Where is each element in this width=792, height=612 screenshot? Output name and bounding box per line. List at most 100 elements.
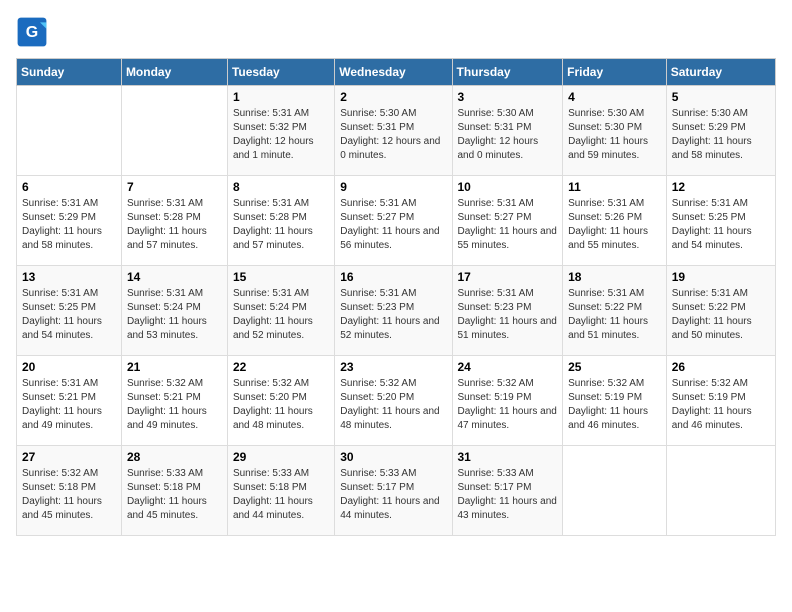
weekday-header-monday: Monday bbox=[121, 59, 227, 86]
daylight-text: Daylight: 11 hours and 48 minutes. bbox=[233, 405, 329, 433]
calendar-cell: 24Sunrise: 5:32 AMSunset: 5:19 PMDayligh… bbox=[452, 356, 563, 446]
calendar-cell: 23Sunrise: 5:32 AMSunset: 5:20 PMDayligh… bbox=[335, 356, 452, 446]
sunset-text: Sunset: 5:23 PM bbox=[458, 301, 558, 315]
day-info: Sunrise: 5:31 AMSunset: 5:24 PMDaylight:… bbox=[233, 287, 329, 343]
sunrise-text: Sunrise: 5:31 AM bbox=[22, 377, 116, 391]
daylight-text: Daylight: 11 hours and 51 minutes. bbox=[458, 315, 558, 343]
daylight-text: Daylight: 11 hours and 49 minutes. bbox=[22, 405, 116, 433]
day-info: Sunrise: 5:31 AMSunset: 5:26 PMDaylight:… bbox=[568, 197, 661, 253]
daylight-text: Daylight: 11 hours and 58 minutes. bbox=[22, 225, 116, 253]
calendar-cell: 26Sunrise: 5:32 AMSunset: 5:19 PMDayligh… bbox=[666, 356, 775, 446]
calendar-cell: 20 Sunrise: 5:31 AMSunset: 5:21 PMDayligh… bbox=[17, 356, 122, 446]
calendar-cell: 18Sunrise: 5:31 AMSunset: 5:22 PMDayligh… bbox=[563, 266, 667, 356]
day-info: Sunrise: 5:32 AMSunset: 5:19 PMDaylight:… bbox=[568, 377, 661, 433]
day-info: Sunrise: 5:33 AMSunset: 5:18 PMDaylight:… bbox=[233, 467, 329, 523]
sunset-text: Sunset: 5:27 PM bbox=[340, 211, 446, 225]
day-info: Sunrise: 5:31 AMSunset: 5:28 PMDaylight:… bbox=[233, 197, 329, 253]
daylight-text: Daylight: 11 hours and 55 minutes. bbox=[458, 225, 558, 253]
day-number: 7 bbox=[127, 180, 222, 194]
daylight-text: Daylight: 11 hours and 57 minutes. bbox=[233, 225, 329, 253]
calendar-cell: 11Sunrise: 5:31 AMSunset: 5:26 PMDayligh… bbox=[563, 176, 667, 266]
day-info: Sunrise: 5:30 AMSunset: 5:31 PMDaylight:… bbox=[340, 107, 446, 163]
sunrise-text: Sunrise: 5:30 AM bbox=[340, 107, 446, 121]
day-info: Sunrise: 5:33 AMSunset: 5:17 PMDaylight:… bbox=[340, 467, 446, 523]
sunrise-text: Sunrise: 5:32 AM bbox=[22, 467, 116, 481]
day-number: 27 bbox=[22, 450, 116, 464]
day-number: 12 bbox=[672, 180, 770, 194]
daylight-text: Daylight: 11 hours and 50 minutes. bbox=[672, 315, 770, 343]
daylight-text: Daylight: 11 hours and 59 minutes. bbox=[568, 135, 661, 163]
logo-icon: G bbox=[16, 16, 48, 48]
calendar-cell: 19Sunrise: 5:31 AMSunset: 5:22 PMDayligh… bbox=[666, 266, 775, 356]
sunset-text: Sunset: 5:20 PM bbox=[233, 391, 329, 405]
sunrise-text: Sunrise: 5:31 AM bbox=[340, 197, 446, 211]
daylight-text: Daylight: 11 hours and 51 minutes. bbox=[568, 315, 661, 343]
calendar-cell bbox=[121, 86, 227, 176]
day-info: Sunrise: 5:31 AMSunset: 5:21 PMDaylight:… bbox=[22, 377, 116, 433]
daylight-text: Daylight: 11 hours and 55 minutes. bbox=[568, 225, 661, 253]
day-number: 20 bbox=[22, 360, 116, 374]
weekday-header-sunday: Sunday bbox=[17, 59, 122, 86]
calendar-cell: 28 Sunrise: 5:33 AMSunset: 5:18 PMDayligh… bbox=[121, 446, 227, 536]
day-info: Sunrise: 5:31 AMSunset: 5:28 PMDaylight:… bbox=[127, 197, 222, 253]
daylight-text: Daylight: 11 hours and 45 minutes. bbox=[22, 495, 116, 523]
day-number: 17 bbox=[458, 270, 558, 284]
sunset-text: Sunset: 5:27 PM bbox=[458, 211, 558, 225]
sunrise-text: Sunrise: 5:31 AM bbox=[233, 107, 329, 121]
daylight-text: Daylight: 12 hours and 0 minutes. bbox=[458, 135, 558, 163]
day-info: Sunrise: 5:32 AMSunset: 5:20 PMDaylight:… bbox=[340, 377, 446, 433]
day-number: 1 bbox=[233, 90, 329, 104]
day-info: Sunrise: 5:32 AMSunset: 5:20 PMDaylight:… bbox=[233, 377, 329, 433]
sunrise-text: Sunrise: 5:32 AM bbox=[127, 377, 222, 391]
calendar-cell bbox=[563, 446, 667, 536]
sunset-text: Sunset: 5:25 PM bbox=[672, 211, 770, 225]
day-number: 4 bbox=[568, 90, 661, 104]
sunrise-text: Sunrise: 5:32 AM bbox=[458, 377, 558, 391]
daylight-text: Daylight: 11 hours and 49 minutes. bbox=[127, 405, 222, 433]
day-number: 13 bbox=[22, 270, 116, 284]
sunset-text: Sunset: 5:19 PM bbox=[458, 391, 558, 405]
day-number: 28 bbox=[127, 450, 222, 464]
day-number: 22 bbox=[233, 360, 329, 374]
day-info: Sunrise: 5:31 AMSunset: 5:29 PMDaylight:… bbox=[22, 197, 116, 253]
calendar-cell: 1Sunrise: 5:31 AMSunset: 5:32 PMDaylight… bbox=[227, 86, 334, 176]
sunrise-text: Sunrise: 5:30 AM bbox=[458, 107, 558, 121]
sunrise-text: Sunrise: 5:31 AM bbox=[127, 197, 222, 211]
sunrise-text: Sunrise: 5:31 AM bbox=[22, 197, 116, 211]
sunset-text: Sunset: 5:18 PM bbox=[233, 481, 329, 495]
sunset-text: Sunset: 5:18 PM bbox=[22, 481, 116, 495]
daylight-text: Daylight: 11 hours and 58 minutes. bbox=[672, 135, 770, 163]
sunset-text: Sunset: 5:21 PM bbox=[127, 391, 222, 405]
day-info: Sunrise: 5:30 AMSunset: 5:31 PMDaylight:… bbox=[458, 107, 558, 163]
day-info: Sunrise: 5:31 AMSunset: 5:22 PMDaylight:… bbox=[568, 287, 661, 343]
sunset-text: Sunset: 5:18 PM bbox=[127, 481, 222, 495]
calendar-cell: 27 Sunrise: 5:32 AMSunset: 5:18 PMDayligh… bbox=[17, 446, 122, 536]
calendar-cell: 12Sunrise: 5:31 AMSunset: 5:25 PMDayligh… bbox=[666, 176, 775, 266]
daylight-text: Daylight: 11 hours and 44 minutes. bbox=[340, 495, 446, 523]
calendar-week-4: 20Sunrise: 5:31 AMSunset: 5:21 PMDayligh… bbox=[17, 356, 776, 446]
day-number: 3 bbox=[458, 90, 558, 104]
day-number: 15 bbox=[233, 270, 329, 284]
sunset-text: Sunset: 5:28 PM bbox=[233, 211, 329, 225]
sunset-text: Sunset: 5:31 PM bbox=[458, 121, 558, 135]
calendar-cell: 13Sunrise: 5:31 AMSunset: 5:25 PMDayligh… bbox=[17, 266, 122, 356]
day-info: Sunrise: 5:33 AMSunset: 5:18 PMDaylight:… bbox=[127, 467, 222, 523]
day-info: Sunrise: 5:31 AMSunset: 5:23 PMDaylight:… bbox=[458, 287, 558, 343]
sunset-text: Sunset: 5:19 PM bbox=[568, 391, 661, 405]
sunset-text: Sunset: 5:29 PM bbox=[672, 121, 770, 135]
sunrise-text: Sunrise: 5:30 AM bbox=[672, 107, 770, 121]
calendar-week-5: 27Sunrise: 5:32 AMSunset: 5:18 PMDayligh… bbox=[17, 446, 776, 536]
calendar-cell: 7 Sunrise: 5:31 AMSunset: 5:28 PMDaylight… bbox=[121, 176, 227, 266]
sunrise-text: Sunrise: 5:31 AM bbox=[340, 287, 446, 301]
day-number: 21 bbox=[127, 360, 222, 374]
sunrise-text: Sunrise: 5:33 AM bbox=[458, 467, 558, 481]
daylight-text: Daylight: 11 hours and 53 minutes. bbox=[127, 315, 222, 343]
calendar-cell: 29Sunrise: 5:33 AMSunset: 5:18 PMDayligh… bbox=[227, 446, 334, 536]
daylight-text: Daylight: 11 hours and 56 minutes. bbox=[340, 225, 446, 253]
weekday-header-row: SundayMondayTuesdayWednesdayThursdayFrid… bbox=[17, 59, 776, 86]
sunset-text: Sunset: 5:20 PM bbox=[340, 391, 446, 405]
daylight-text: Daylight: 12 hours and 1 minute. bbox=[233, 135, 329, 163]
sunrise-text: Sunrise: 5:31 AM bbox=[568, 287, 661, 301]
day-info: Sunrise: 5:31 AMSunset: 5:23 PMDaylight:… bbox=[340, 287, 446, 343]
sunset-text: Sunset: 5:31 PM bbox=[340, 121, 446, 135]
